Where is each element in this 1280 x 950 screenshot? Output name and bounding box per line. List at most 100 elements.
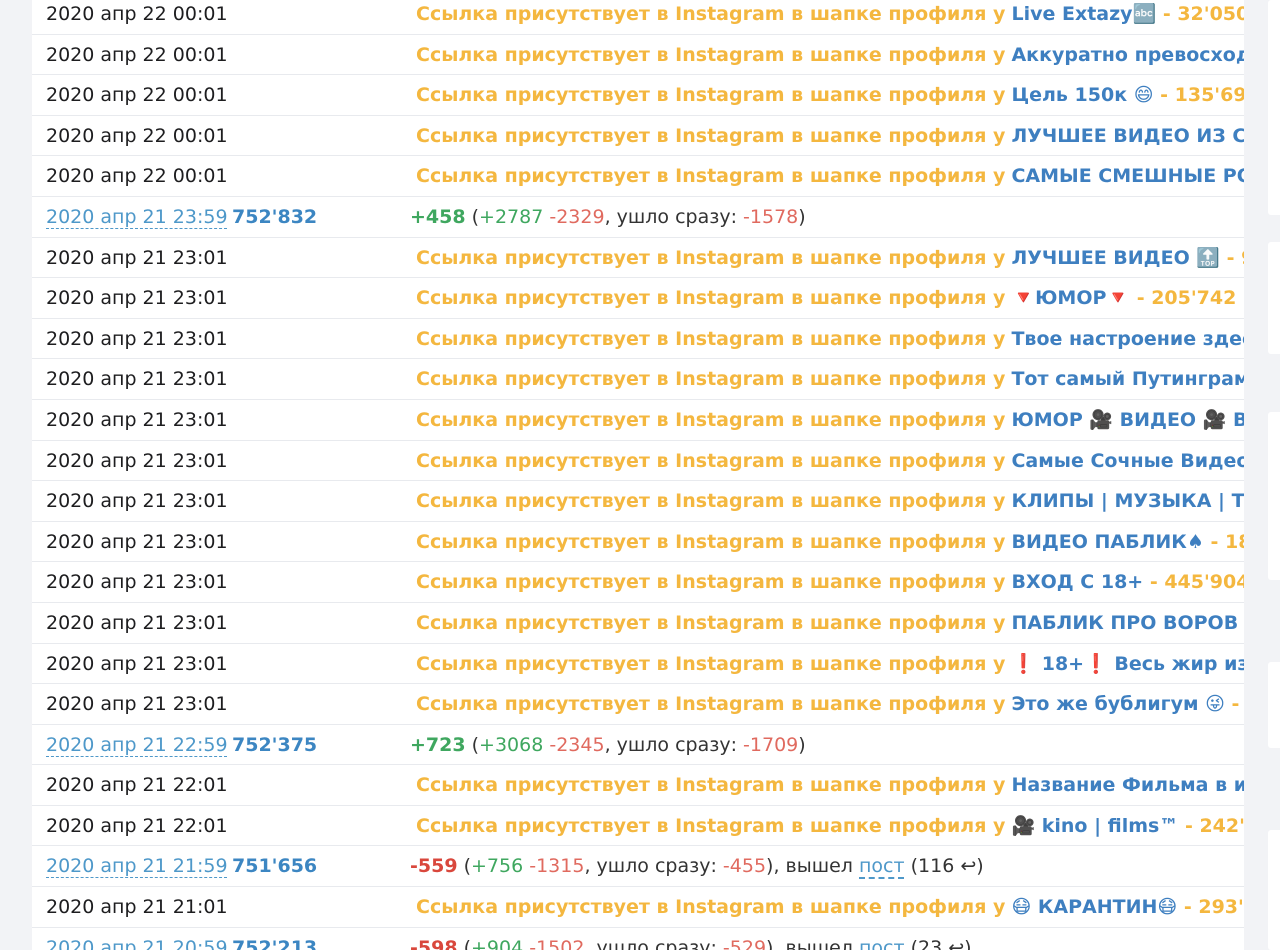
paren-open: ( — [457, 936, 471, 950]
channel-name[interactable]: Это же бублигум 😜 — [1011, 693, 1224, 715]
log-date: 2020 апр 22 00:01 — [46, 84, 228, 107]
delta-value: +723 — [410, 733, 466, 756]
paren-close: ) — [798, 733, 806, 756]
stat-row: 2020 апр 21 22:59 752'375 +723 (+3068 -234… — [32, 725, 1244, 766]
link-row: 2020 апр 21 23:01 Ссылка присутствует в I… — [32, 481, 1244, 522]
joined-value: +756 — [471, 855, 524, 878]
stat-date-link[interactable]: 2020 апр 21 21:59 — [46, 846, 228, 886]
link-row: 2020 апр 21 22:01 Ссылка присутствует в I… — [32, 806, 1244, 847]
channel-subscribers: - 242'938 пдп. — [1184, 814, 1244, 837]
link-row: 2020 апр 21 23:01 Ссылка присутствует в I… — [32, 684, 1244, 725]
post-published-label: , вышел — [773, 936, 859, 950]
link-row: 2020 апр 21 23:01 Ссылка присутствует в I… — [32, 603, 1244, 644]
post-reposts: (116 ↩) — [904, 855, 984, 878]
link-present-text: Ссылка присутствует в Instagram в шапке … — [416, 490, 1006, 513]
link-row: 2020 апр 22 00:01 Ссылка присутствует в I… — [32, 0, 1244, 35]
channel-name[interactable]: Название Фильма в истории👇 — [1011, 774, 1244, 796]
channel-subscribers: - 205'742 пдп. — [1136, 287, 1244, 310]
delta-value: -598 — [410, 936, 458, 950]
link-row: 2020 апр 21 22:01 Ссылка присутствует в I… — [32, 765, 1244, 806]
side-card — [1268, 662, 1280, 748]
link-message: Ссылка присутствует в Instagram в шапке … — [416, 0, 1244, 34]
channel-name[interactable]: 🎥 kino | films™ — [1011, 815, 1178, 837]
channel-name[interactable]: Цель 150к 😄 — [1011, 84, 1153, 106]
channel-subscribers: - 135'698 пдп. — [1160, 84, 1244, 107]
link-present-text: Ссылка присутствует в Instagram в шапке … — [416, 814, 1006, 837]
link-row: 2020 апр 21 23:01 Ссылка присутствует в I… — [32, 238, 1244, 279]
stat-date-link[interactable]: 2020 апр 21 22:59 — [46, 725, 228, 765]
channel-name[interactable]: Аккуратно превосходим других😎 — [1011, 44, 1244, 66]
link-present-text: Ссылка присутствует в Instagram в шапке … — [416, 165, 1006, 188]
log-date: 2020 апр 21 23:01 — [46, 571, 228, 594]
side-card — [1268, 412, 1280, 580]
log-date: 2020 апр 22 00:01 — [46, 165, 228, 188]
channel-name[interactable]: Самые Сочные Видео 🔥 🎬 — [1011, 450, 1244, 472]
link-present-text: Ссылка присутствует в Instagram в шапке … — [416, 896, 1006, 919]
link-message: Ссылка присутствует в Instagram в шапке … — [416, 319, 1244, 359]
log-list: 2020 апр 22 00:01 Ссылка присутствует в I… — [32, 0, 1244, 950]
left-immediately-label: , ушло сразу: — [584, 855, 723, 878]
link-message: Ссылка присутствует в Instagram в шапке … — [416, 481, 1244, 521]
link-message: Ссылка присутствует в Instagram в шапке … — [416, 359, 1244, 399]
channel-name[interactable]: 🔻ЮМОР🔻 — [1011, 287, 1130, 309]
post-link[interactable]: пост — [859, 937, 905, 950]
channel-name[interactable]: 😷 КАРАНТИН😷 — [1011, 896, 1177, 918]
subscriber-count: 751'656 — [232, 855, 318, 878]
channel-name[interactable]: Твое настроение здесь🔥 — [1011, 328, 1244, 350]
link-row: 2020 апр 21 23:01 Ссылка присутствует в I… — [32, 644, 1244, 685]
link-present-text: Ссылка присутствует в Instagram в шапке … — [416, 693, 1006, 716]
channel-name[interactable]: САМЫЕ СМЕШНЫЕ РОЛИКИ У НАС😂 — [1011, 165, 1244, 187]
link-message: Ссылка присутствует в Instagram в шапке … — [416, 765, 1244, 805]
link-present-text: Ссылка присутствует в Instagram в шапке … — [416, 84, 1006, 107]
channel-name[interactable]: Live Extazy🔤 — [1011, 3, 1156, 25]
side-card — [1268, 830, 1280, 950]
channel-name[interactable]: КЛИПЫ | МУЗЫКА | ТРЕКИ — [1011, 490, 1244, 512]
link-message: Ссылка присутствует в Instagram в шапке … — [416, 522, 1244, 562]
channel-subscribers: - 188'571 пдп. — [1210, 530, 1244, 553]
paren-open: ( — [465, 733, 480, 756]
left-immediately-label: , ушло сразу: — [604, 733, 744, 756]
log-date: 2020 апр 21 23:01 — [46, 408, 228, 431]
joined-value: +904 — [471, 936, 524, 950]
log-date: 2020 апр 21 23:01 — [46, 449, 228, 472]
log-date: 2020 апр 21 23:01 — [46, 246, 228, 269]
log-date: 2020 апр 21 22:01 — [46, 814, 228, 837]
channel-name[interactable]: ПАБЛИК ПРО ВОРОВ В ЗАКОНЕ — [1011, 612, 1244, 634]
link-present-text: Ссылка присутствует в Instagram в шапке … — [416, 3, 1006, 25]
stat-date-link[interactable]: 2020 апр 21 20:59 — [46, 928, 228, 950]
change-summary: -559 (+756 -1315, ушло сразу: -455), выш… — [410, 846, 984, 886]
stat-row: 2020 апр 21 23:59 752'832 +458 (+2787 -232… — [32, 197, 1244, 238]
post-link[interactable]: пост — [859, 855, 905, 877]
stat-row: 2020 апр 21 20:59 752'213 -598 (+904 -1502… — [32, 928, 1244, 950]
left-value: -2329 — [543, 205, 605, 228]
channel-name[interactable]: ВХОД С 18+ — [1011, 571, 1143, 593]
channel-subscribers: - 445'904 пдп. — [1149, 571, 1244, 594]
link-row: 2020 апр 21 23:01 Ссылка присутствует в I… — [32, 359, 1244, 400]
link-message: Ссылка присутствует в Instagram в шапке … — [416, 806, 1244, 846]
joined-value: +3068 — [479, 733, 544, 756]
stat-date-link[interactable]: 2020 апр 21 23:59 — [46, 197, 228, 237]
channel-name[interactable]: ЛУЧШЕЕ ВИДЕО ИЗ СЕТИ 🔝 — [1011, 125, 1244, 147]
channel-name[interactable]: Тот самый Путинграм🔥 — [1011, 368, 1244, 390]
link-row: 2020 апр 22 00:01 Ссылка присутствует в I… — [32, 75, 1244, 116]
link-message: Ссылка присутствует в Instagram в шапке … — [416, 400, 1244, 440]
left-value: -2345 — [543, 733, 605, 756]
link-message: Ссылка присутствует в Instagram в шапке … — [416, 156, 1244, 196]
channel-name[interactable]: ❗ 18+❗ Весь жир из мира юмора — [1011, 653, 1244, 675]
link-row: 2020 апр 21 23:01 Ссылка присутствует в I… — [32, 319, 1244, 360]
channel-name[interactable]: ВИДЕО ПАБЛИК♠ — [1011, 531, 1203, 553]
link-row: 2020 апр 21 23:01 Ссылка присутствует в I… — [32, 562, 1244, 603]
link-row: 2020 апр 21 23:01 Ссылка присутствует в I… — [32, 522, 1244, 563]
channel-name[interactable]: ЛУЧШЕЕ ВИДЕО 🔝 — [1011, 247, 1220, 269]
channel-subscribers: - 32'050 пдп. — [1162, 3, 1244, 25]
link-message: Ссылка присутствует в Instagram в шапке … — [416, 603, 1244, 643]
channel-name[interactable]: ЮМОР 🎥 ВИДЕО 🎥 ВЕСЕЛЬЕ — [1011, 409, 1244, 431]
link-present-text: Ссылка присутствует в Instagram в шапке … — [416, 774, 1006, 797]
change-summary: +723 (+3068 -2345, ушло сразу: -1709) — [410, 725, 806, 765]
link-present-text: Ссылка присутствует в Instagram в шапке … — [416, 124, 1006, 147]
link-row: 2020 апр 22 00:01 Ссылка присутствует в I… — [32, 35, 1244, 76]
subscriber-count: 752'213 — [232, 936, 318, 950]
link-row: 2020 апр 21 23:01 Ссылка присутствует в I… — [32, 400, 1244, 441]
subscriber-count: 752'375 — [232, 733, 318, 756]
link-present-text: Ссылка присутствует в Instagram в шапке … — [416, 611, 1006, 634]
